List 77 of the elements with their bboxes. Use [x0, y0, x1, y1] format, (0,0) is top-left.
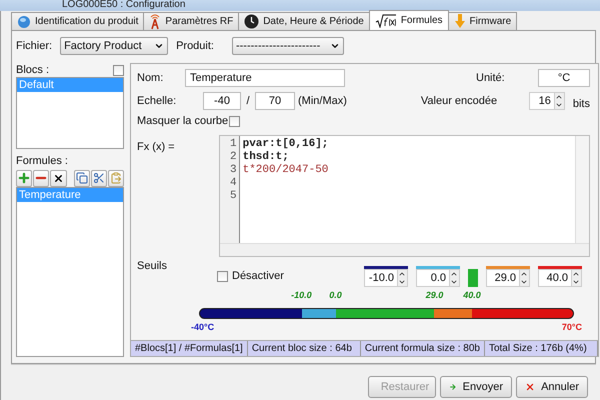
cancel-button[interactable]: Annuler	[516, 376, 588, 398]
separator: /	[245, 95, 251, 107]
threshold-spinner[interactable]: 0.0	[416, 268, 460, 286]
formula-label: Fx (x) =	[137, 141, 175, 155]
copy-button[interactable]	[74, 170, 90, 186]
min-max-hint: (Min/Max)	[298, 95, 347, 107]
plus-icon	[17, 171, 32, 185]
blocs-label: Blocs :	[16, 64, 50, 76]
code-line: pvar:t[0,16];	[242, 138, 330, 151]
disable-label: Désactiver	[232, 270, 285, 282]
thresholds-label: Seuils	[137, 260, 168, 272]
add-button[interactable]	[16, 170, 32, 186]
remove-button[interactable]	[33, 170, 50, 186]
line-number: 2	[230, 151, 237, 164]
name-label: Nom:	[137, 72, 164, 84]
code-line: t*200/2047-50	[242, 164, 330, 177]
max-field[interactable]: 70	[255, 92, 295, 110]
scale-label: Echelle:	[137, 95, 178, 107]
line-number: 3	[230, 164, 237, 177]
line-number: 1	[230, 138, 237, 151]
scrollbar[interactable]	[575, 136, 589, 243]
caret-icon	[330, 41, 340, 51]
unit-label: Unité:	[476, 72, 506, 84]
tab[interactable]: Identification du produit	[11, 12, 144, 30]
tab[interactable]: Date, Heure & Période	[238, 12, 370, 30]
color-swatch	[468, 268, 478, 286]
clipboard-icon	[110, 172, 122, 184]
status-text: Current bloc size : 64b	[248, 341, 361, 356]
window-title: LOG000E50 : Configuration	[62, 0, 186, 11]
status-text: Current formula size : 80b	[360, 341, 485, 356]
delete-button[interactable]	[50, 170, 67, 186]
product-dropdown[interactable]: -----------------------	[232, 37, 344, 55]
send-button[interactable]: Envoyer	[440, 376, 512, 398]
status-text: Total Size : 176b (4%)	[484, 341, 598, 356]
tab[interactable]: Paramètres RF	[143, 12, 240, 30]
copy-icon	[76, 172, 88, 184]
min-field[interactable]: -40	[203, 92, 241, 110]
down-arrow-icon	[454, 14, 466, 29]
hide-curve-label: Masquer la courbe	[137, 115, 228, 127]
file-label: Fichier:	[16, 40, 52, 52]
scissors-icon	[92, 172, 105, 184]
checkbox[interactable]	[217, 270, 228, 282]
line-number: 5	[230, 190, 237, 203]
paste-button[interactable]	[108, 170, 124, 186]
tab[interactable]: Formules	[368, 10, 449, 30]
status-text: #Blocs[1] / #Formulas[1]	[131, 341, 248, 356]
bits-spinner[interactable]: 16	[528, 92, 565, 110]
encoded-value-label: Valeur encodée	[420, 95, 498, 107]
threshold-marker: 29.0	[426, 290, 444, 300]
min-temperature-label: -40°C	[191, 322, 214, 332]
code-line: thsd:t;	[242, 151, 290, 164]
threshold-spinner[interactable]: -10.0	[364, 268, 408, 286]
tab[interactable]: Firmware	[448, 12, 518, 30]
globe-icon	[17, 14, 31, 28]
threshold-marker: 0.0	[329, 290, 342, 300]
antenna-icon	[149, 14, 162, 30]
scrollbar[interactable]	[220, 243, 589, 256]
line-number: 4	[230, 177, 237, 190]
name-field[interactable]: Temperature	[185, 69, 345, 87]
threshold-marker: -10.0	[291, 290, 312, 300]
max-temperature-label: 70°C	[562, 322, 582, 332]
formulas-label: Formules :	[16, 155, 69, 167]
threshold-marker: 40.0	[463, 290, 481, 300]
code-editor[interactable]: 1 2 3 4 5 pvar:t[0,16]; thsd:t; t*200/2047-50	[218, 135, 590, 257]
close-icon	[52, 172, 64, 184]
threshold-spinner[interactable]: 40.0	[538, 268, 582, 286]
product-label: Produit:	[176, 40, 214, 52]
clock-icon	[244, 14, 260, 29]
checkbox[interactable]	[229, 116, 240, 126]
cut-button[interactable]	[90, 170, 107, 186]
unit-field[interactable]: °C	[538, 69, 590, 87]
square-root-icon	[374, 14, 397, 28]
file-dropdown[interactable]: Factory Product	[60, 37, 168, 55]
caret-icon	[154, 41, 164, 51]
checkbox[interactable]	[113, 64, 124, 76]
bits-label: bits	[572, 98, 590, 110]
threshold-spinner[interactable]: 29.0	[486, 268, 530, 286]
